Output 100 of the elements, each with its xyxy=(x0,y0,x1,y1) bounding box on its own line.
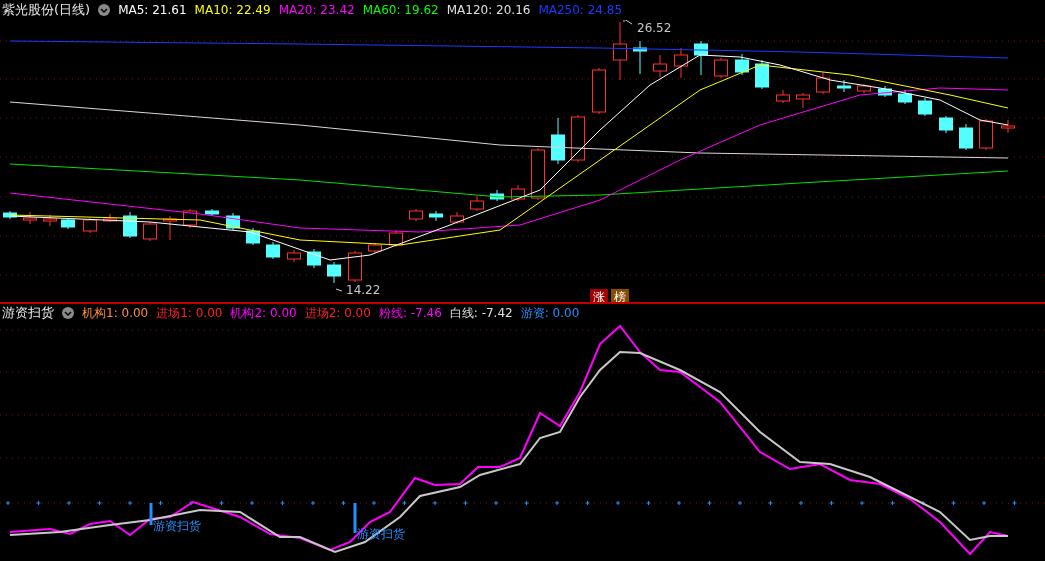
candlestick xyxy=(409,208,423,222)
chart-title: 紫光股份(日线) xyxy=(2,1,91,19)
plus-marker xyxy=(981,500,987,506)
plus-marker xyxy=(524,500,529,506)
indicator-value: MA120: 20.16 xyxy=(446,3,531,17)
indicator-value: MA250: 24.85 xyxy=(538,3,623,17)
indicator-value: MA20: 23.42 xyxy=(278,3,355,17)
indicator-value: 粉线: -7.46 xyxy=(378,304,442,322)
candlestick xyxy=(837,79,851,93)
candlestick xyxy=(163,215,177,241)
candlestick xyxy=(61,217,75,230)
candlestick xyxy=(266,241,280,260)
indicator-value: 白线: -7.42 xyxy=(449,304,513,322)
signal-bar xyxy=(353,503,357,533)
candlestick xyxy=(878,85,892,98)
candlestick xyxy=(571,114,585,163)
candlestick xyxy=(307,248,321,269)
plus-marker xyxy=(737,500,743,506)
candlestick xyxy=(83,217,97,234)
indicator-value: MA60: 19.62 xyxy=(362,3,439,17)
high-price-label: 26.52 xyxy=(623,20,672,35)
candlestick xyxy=(979,118,993,151)
candlestick xyxy=(490,189,504,202)
plus-marker xyxy=(829,500,834,506)
candlestick xyxy=(816,71,830,95)
candlestick xyxy=(3,210,17,220)
candlestick xyxy=(735,53,749,76)
candlestick xyxy=(470,195,484,212)
candlestick xyxy=(429,210,443,222)
indicator-value: 机构1: 0.00 xyxy=(82,304,149,322)
plus-marker xyxy=(36,500,41,506)
plus-marker xyxy=(280,500,285,506)
plus-marker xyxy=(493,500,499,506)
plus-marker xyxy=(463,500,468,506)
plus-marker xyxy=(97,500,102,506)
dropdown-icon[interactable] xyxy=(62,307,74,319)
candlestick xyxy=(205,208,219,217)
candlestick xyxy=(776,89,790,104)
plus-marker xyxy=(890,500,895,506)
candlestick xyxy=(348,250,362,283)
candlestick xyxy=(23,211,37,225)
plus-marker xyxy=(249,500,255,506)
candlestick xyxy=(103,213,117,223)
tag-badge: 涨 xyxy=(590,289,608,302)
indicator-value: 进场2: 0.00 xyxy=(304,304,371,322)
plus-marker xyxy=(859,500,865,506)
plus-marker xyxy=(554,500,560,506)
candlestick xyxy=(531,147,545,201)
indicator-value: 机构2: 0.00 xyxy=(230,304,297,322)
plus-marker xyxy=(341,500,346,506)
candlestick xyxy=(389,229,403,248)
plus-marker xyxy=(188,500,194,506)
plus-marker xyxy=(585,500,590,506)
candlestick xyxy=(918,97,932,117)
candlestick xyxy=(959,123,973,151)
low-price-label: 14.22 xyxy=(335,283,381,297)
indicator-value: MA10: 22.49 xyxy=(194,3,271,17)
plus-marker xyxy=(158,500,163,506)
candlestick xyxy=(613,21,627,81)
indicator-value: 进场1: 0.00 xyxy=(156,304,223,322)
candlestick xyxy=(287,249,301,263)
plus-marker xyxy=(371,500,377,506)
plus-marker xyxy=(798,500,804,506)
plus-marker xyxy=(768,500,773,506)
plus-marker xyxy=(951,500,956,506)
indicator-value: MA5: 21.61 xyxy=(118,3,187,17)
plus-marker xyxy=(310,500,316,506)
signal-label: 游资扫货 xyxy=(153,519,201,533)
candlestick xyxy=(551,117,565,165)
candlestick xyxy=(327,261,341,284)
candlestick xyxy=(450,211,464,225)
plus-marker xyxy=(5,500,11,506)
candlestick xyxy=(755,59,769,90)
plus-marker xyxy=(432,500,438,506)
dropdown-icon[interactable] xyxy=(98,4,111,16)
plus-marker xyxy=(646,500,651,506)
candlestick xyxy=(674,47,688,79)
candlestick xyxy=(857,83,871,94)
candlestick xyxy=(653,54,667,78)
tag-badge: 榜 xyxy=(611,289,629,302)
candlestick xyxy=(714,57,728,79)
plus-marker xyxy=(219,500,224,506)
candlestick xyxy=(143,221,157,242)
plus-marker xyxy=(402,500,407,506)
signal-bar xyxy=(149,503,153,525)
candlestick xyxy=(368,242,382,254)
plus-marker xyxy=(920,500,926,506)
plus-marker xyxy=(127,500,133,506)
plus-marker xyxy=(66,500,72,506)
plus-marker xyxy=(707,500,712,506)
candlestick xyxy=(939,115,953,134)
candlestick xyxy=(694,40,708,76)
plus-marker xyxy=(615,500,621,506)
indicator-value: 游资: 0.00 xyxy=(520,304,580,322)
plus-marker xyxy=(676,500,682,506)
candlestick xyxy=(633,40,647,75)
candlestick xyxy=(1001,119,1015,134)
chart-title: 游资扫货 xyxy=(2,304,54,322)
candlestick xyxy=(511,184,525,202)
candlestick xyxy=(796,92,810,109)
